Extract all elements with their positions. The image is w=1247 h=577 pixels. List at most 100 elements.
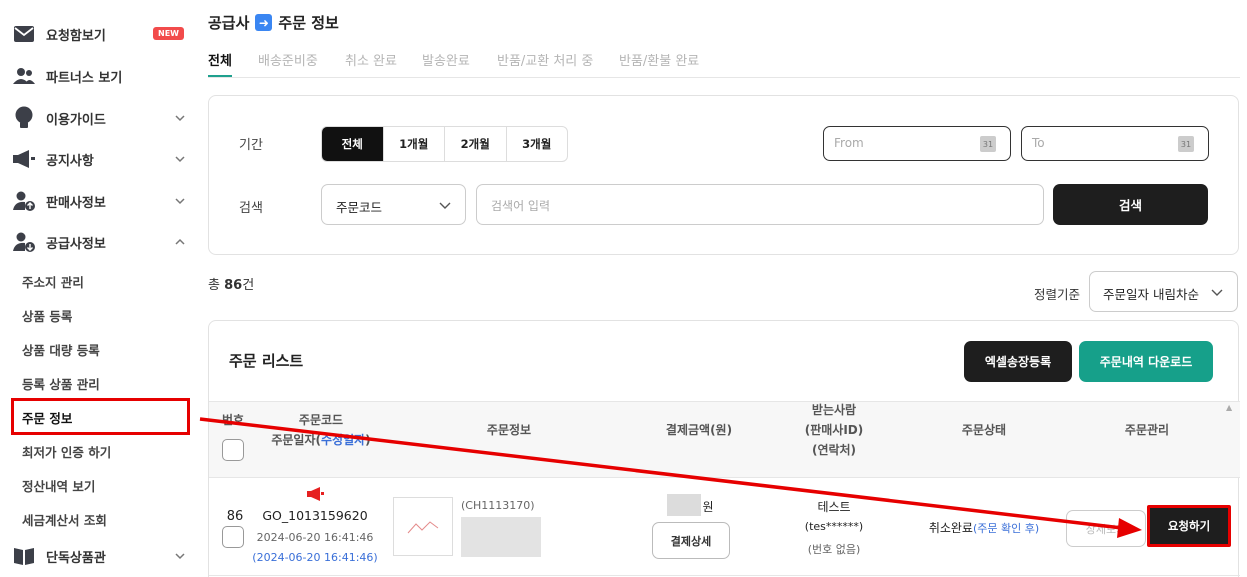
period-3month-button[interactable]: 3개월 — [507, 127, 568, 161]
active-tab-underline — [208, 75, 232, 77]
request-button[interactable]: 요청하기 — [1147, 505, 1231, 547]
sort-select[interactable]: 주문일자 내림차순 — [1089, 271, 1238, 312]
sidebar-sub-address[interactable]: 주소지 관리 — [22, 272, 84, 291]
sidebar-sub-settlement[interactable]: 정산내역 보기 — [22, 476, 95, 495]
tab-cancelled[interactable]: 취소 완료 — [345, 50, 397, 69]
tab-all[interactable]: 전체 — [208, 50, 232, 69]
scroll-up-icon[interactable]: ▲ — [1226, 403, 1232, 412]
sidebar-sub-lowest-price[interactable]: 최저가 인증 하기 — [22, 442, 111, 461]
order-list-panel: 주문 리스트 엑셀송장등록 주문내역 다운로드 번호 주문코드 주문일자(수정일… — [208, 320, 1240, 577]
sidebar-item-supplier-info[interactable]: 공급사정보 — [12, 227, 190, 257]
sidebar-item-partners[interactable]: 파트너스 보기 — [12, 61, 190, 91]
header-receiver: 받는사람 (판매사ID) (연락처) — [804, 403, 864, 457]
download-orders-button[interactable]: 주문내역 다운로드 — [1079, 341, 1213, 382]
receiver-name: 테스트 — [817, 500, 851, 514]
sidebar-sub-bulk-register[interactable]: 상품 대량 등록 — [22, 340, 100, 359]
excel-invoice-button[interactable]: 엑셀송장등록 — [964, 341, 1072, 382]
order-date: 2024-06-20 16:41:46 — [256, 531, 374, 544]
date-to-placeholder: To — [1032, 136, 1045, 150]
period-2month-button[interactable]: 2개월 — [445, 127, 507, 161]
search-button[interactable]: 검색 — [1053, 184, 1208, 225]
sidebar-item-requests[interactable]: 요청함보기 NEW — [12, 19, 190, 49]
period-1month-button[interactable]: 1개월 — [384, 127, 445, 161]
book-icon — [12, 544, 36, 568]
page-root: 요청함보기 NEW 파트너스 보기 이용가이드 공지사항 판매사정보 공급사정보… — [0, 0, 1247, 577]
search-input[interactable]: 검색어 입력 — [476, 184, 1044, 225]
total-prefix: 총 — [208, 278, 225, 293]
period-label: 기간 — [239, 138, 263, 153]
sidebar-item-exclusive[interactable]: 단독상품관 — [12, 541, 190, 571]
sidebar-item-label: 단독상품관 — [46, 550, 106, 566]
sidebar-item-seller-info[interactable]: 판매사정보 — [12, 186, 190, 216]
tab-shipped[interactable]: 발송완료 — [422, 50, 470, 69]
seller-id: (tes******) — [804, 520, 864, 533]
order-code[interactable]: GO_1013159620 — [249, 508, 381, 523]
amount-currency: 원 — [702, 500, 714, 514]
chevron-down-icon — [439, 202, 451, 209]
select-all-checkbox[interactable] — [222, 439, 244, 461]
detail-view-button[interactable]: 상세보기 — [1066, 510, 1146, 547]
sidebar-item-label: 이용가이드 — [46, 112, 106, 128]
order-status: 취소완료(주문 확인 후) — [909, 519, 1059, 536]
table-header: 번호 주문코드 주문일자(수정일자) 주문정보 결제금액(원) 받는사람 (판매… — [209, 401, 1240, 478]
total-suffix: 건 — [242, 278, 255, 293]
period-button-group: 전체 1개월 2개월 3개월 — [321, 126, 568, 162]
calendar-icon: 31 — [980, 136, 996, 152]
row-number: 86 — [226, 509, 244, 524]
redacted-product-name — [461, 517, 541, 557]
sidebar-sub-product-manage[interactable]: 등록 상품 관리 — [22, 374, 100, 393]
sidebar-item-label: 공급사정보 — [46, 236, 106, 252]
sidebar-item-guide[interactable]: 이용가이드 — [12, 103, 190, 133]
product-code: (CH1113170) — [461, 499, 535, 512]
megaphone-alert-icon — [307, 487, 324, 501]
total-number: 86 — [224, 278, 243, 293]
sidebar: 요청함보기 NEW 파트너스 보기 이용가이드 공지사항 판매사정보 공급사정보… — [0, 0, 200, 577]
header-order-code-label: 주문코드 — [298, 413, 344, 427]
breadcrumb: 공급사 ➜ 주문 정보 — [208, 12, 339, 33]
chevron-down-icon — [175, 198, 185, 205]
people-icon — [12, 64, 36, 88]
order-status-text: 취소완료 — [928, 521, 973, 535]
date-from-input[interactable]: From 31 — [823, 126, 1011, 161]
new-badge: NEW — [153, 27, 184, 40]
sidebar-item-notice[interactable]: 공지사항 — [12, 144, 190, 174]
chevron-down-icon — [1211, 289, 1223, 296]
total-count: 총 86건 — [208, 274, 254, 293]
period-all-button[interactable]: 전체 — [322, 127, 384, 161]
sort-value: 주문일자 내림차순 — [1103, 287, 1199, 302]
mail-icon — [12, 22, 36, 46]
tab-preparing[interactable]: 배송준비중 — [258, 50, 318, 69]
sidebar-item-label: 판매사정보 — [46, 195, 106, 211]
order-status-note: (주문 확인 후) — [972, 522, 1040, 535]
arrow-right-icon: ➜ — [255, 14, 273, 31]
row-checkbox[interactable] — [222, 526, 244, 548]
order-list-title: 주문 리스트 — [229, 352, 304, 370]
chevron-down-icon — [175, 553, 185, 560]
receiver-phone: (번호 없음) — [807, 543, 861, 556]
search-type-select[interactable]: 주문코드 — [321, 184, 466, 225]
tab-return-exchange[interactable]: 반품/교환 처리 중 — [497, 50, 593, 69]
search-type-value: 주문코드 — [336, 200, 383, 215]
product-thumbnail[interactable] — [393, 497, 453, 556]
sidebar-item-label: 공지사항 — [46, 153, 94, 169]
sidebar-sub-tax-invoice[interactable]: 세금계산서 조회 — [22, 510, 107, 529]
date-to-input[interactable]: To 31 — [1021, 126, 1209, 161]
product-image — [407, 521, 439, 534]
payment-detail-button[interactable]: 결제상세 — [652, 522, 730, 559]
header-no: 번호 — [221, 413, 245, 427]
date-from-placeholder: From — [834, 136, 864, 150]
filter-panel: 기간 전체 1개월 2개월 3개월 From 31 To 31 검색 주문코드 … — [208, 95, 1239, 255]
breadcrumb-parent: 공급사 — [208, 14, 250, 32]
sort-label: 정렬기준 — [1034, 287, 1081, 302]
user-download-icon — [12, 230, 36, 254]
sidebar-item-label: 파트너스 보기 — [46, 70, 123, 86]
calendar-icon: 31 — [1178, 136, 1194, 152]
page-title: 주문 정보 — [278, 14, 339, 32]
tab-return-refund[interactable]: 반품/환불 완료 — [619, 50, 699, 69]
highlight-box — [11, 398, 190, 435]
chevron-down-icon — [175, 156, 185, 163]
sidebar-sub-product-register[interactable]: 상품 등록 — [22, 306, 72, 325]
redacted-amount — [667, 494, 701, 516]
header-manage: 주문관리 — [1124, 423, 1170, 437]
row-divider — [209, 575, 1240, 576]
